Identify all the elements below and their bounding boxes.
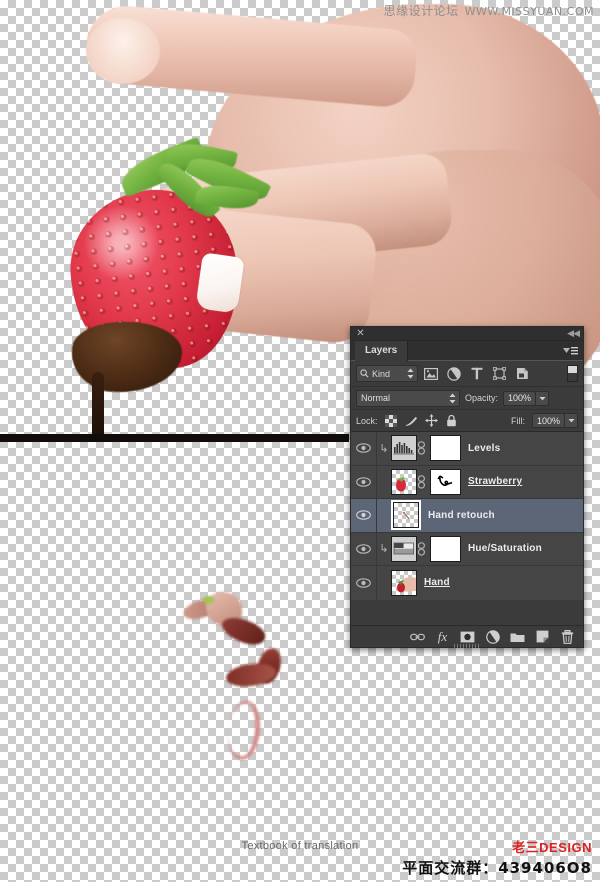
layers-panel[interactable]: ✕ ◀◀ Layers Kind Normal Opacity: 100% Lo… [350, 326, 584, 648]
table-row[interactable]: Strawberry [351, 465, 583, 499]
retouch-fragment-green [203, 596, 214, 604]
close-icon[interactable]: ✕ [355, 328, 366, 339]
panel-menu-icon[interactable] [562, 345, 578, 357]
panel-tabbar: Layers [351, 341, 583, 361]
hand-thumbnail[interactable] [391, 569, 417, 596]
retouch-fragment-arc [224, 698, 264, 762]
layer-name[interactable]: Hue/Saturation [468, 543, 542, 554]
filter-kind-label: Kind [372, 368, 391, 379]
layer-visibility-toggle[interactable] [351, 465, 377, 498]
new-layer-icon[interactable] [535, 629, 550, 644]
table-row[interactable]: Hand [351, 566, 583, 600]
lock-transparent-pixels-icon[interactable] [385, 414, 398, 427]
layer-visibility-toggle[interactable] [351, 566, 377, 600]
blend-opacity-row[interactable]: Normal Opacity: 100% [351, 387, 583, 410]
layer-name[interactable]: Levels [468, 443, 500, 454]
panel-footer-toolbar[interactable]: fx [351, 625, 583, 648]
layer-mask-link-icon[interactable] [417, 474, 430, 489]
lock-position-icon[interactable] [424, 414, 438, 427]
lock-all-icon[interactable] [445, 414, 458, 427]
filter-enable-toggle[interactable] [567, 365, 578, 382]
retouch-fragment [224, 660, 278, 690]
updown-stepper-icon[interactable] [407, 368, 414, 379]
type-T-icon[interactable] [466, 364, 487, 383]
lock-image-pixels-icon[interactable] [405, 414, 418, 427]
hue-saturation-icon[interactable] [391, 535, 417, 562]
levels-histogram-icon[interactable] [391, 435, 417, 462]
folder-icon[interactable] [510, 629, 525, 644]
watermark-top-chinese: 思缘设计论坛 [383, 4, 459, 18]
smart-object-icon[interactable] [512, 364, 533, 383]
panel-resize-grip[interactable] [454, 644, 480, 648]
trash-icon[interactable] [560, 629, 575, 644]
lock-label: Lock: [356, 415, 378, 426]
table-row[interactable]: ↳ Levels [351, 432, 583, 466]
half-circle-icon[interactable] [485, 629, 500, 644]
watermark-top-url: WWW.MISSYUAN.COM [464, 5, 594, 18]
layer-name[interactable]: Strawberry [468, 476, 522, 487]
layer-list[interactable]: ↳ Levels Strawberry Hand retouch ↳ Hue/S… [351, 432, 583, 600]
filter-kind-select[interactable]: Kind [356, 365, 418, 382]
caption-text: Textbook of translation [241, 840, 359, 852]
fill-value[interactable]: 100% [532, 413, 565, 428]
updown-stepper-icon[interactable] [449, 393, 456, 404]
fx-icon[interactable]: fx [435, 629, 450, 644]
watermark-top: 思缘设计论坛 WWW.MISSYUAN.COM [384, 2, 594, 19]
strawberry-thumbnail[interactable] [391, 468, 417, 495]
clipping-mask-arrow-icon: ↳ [379, 442, 389, 455]
clipping-mask-arrow-icon: ↳ [379, 543, 389, 556]
watermark-qq-group: 平面交流群：439406O8 [402, 859, 592, 877]
retouch-thumbnail[interactable] [391, 500, 421, 531]
chevron-down-icon[interactable] [536, 390, 550, 406]
fill-control[interactable]: 100% [532, 413, 578, 428]
shape-bounds-icon[interactable] [489, 364, 510, 383]
opacity-label: Opacity: [465, 393, 499, 403]
layer-visibility-toggle[interactable] [351, 532, 377, 565]
opacity-control[interactable]: 100% [503, 390, 550, 406]
lock-fill-row[interactable]: Lock: Fill: 100% [351, 410, 583, 432]
image-icon[interactable] [420, 364, 441, 383]
retouch-fragment [218, 612, 269, 650]
adjustment-circle-icon[interactable] [443, 364, 464, 383]
link-icon[interactable] [410, 629, 425, 644]
layer-visibility-toggle[interactable] [351, 499, 377, 532]
layer-mask-link-icon[interactable] [417, 441, 430, 455]
layer-filter-row[interactable]: Kind [351, 361, 583, 387]
chevron-down-icon[interactable] [565, 413, 578, 428]
layer-mask-link-icon[interactable] [417, 541, 430, 556]
search-icon [360, 369, 369, 378]
layer-name[interactable]: Hand retouch [428, 510, 495, 521]
black-divider-bar [0, 434, 349, 442]
watermark-brand: 老三DESIGN [512, 840, 592, 855]
opacity-value[interactable]: 100% [503, 390, 537, 406]
table-row[interactable]: ↳ Hue/Saturation [351, 532, 583, 566]
collapse-to-icons-icon[interactable]: ◀◀ [567, 328, 580, 339]
layer-name[interactable]: Hand [424, 577, 450, 588]
layer-mask-thumbnail[interactable] [430, 435, 461, 462]
panel-titlebar: ✕ ◀◀ [351, 327, 583, 341]
blend-mode-select[interactable]: Normal [356, 389, 460, 407]
table-row[interactable]: Hand retouch [351, 499, 583, 533]
tab-layers[interactable]: Layers [355, 341, 409, 361]
layer-visibility-toggle[interactable] [351, 432, 377, 465]
blend-mode-value: Normal [361, 393, 391, 403]
layer-mask-thumbnail[interactable] [430, 468, 461, 495]
fill-label: Fill: [511, 415, 525, 426]
mask-icon[interactable] [460, 629, 475, 644]
layer-mask-thumbnail[interactable] [430, 535, 461, 562]
